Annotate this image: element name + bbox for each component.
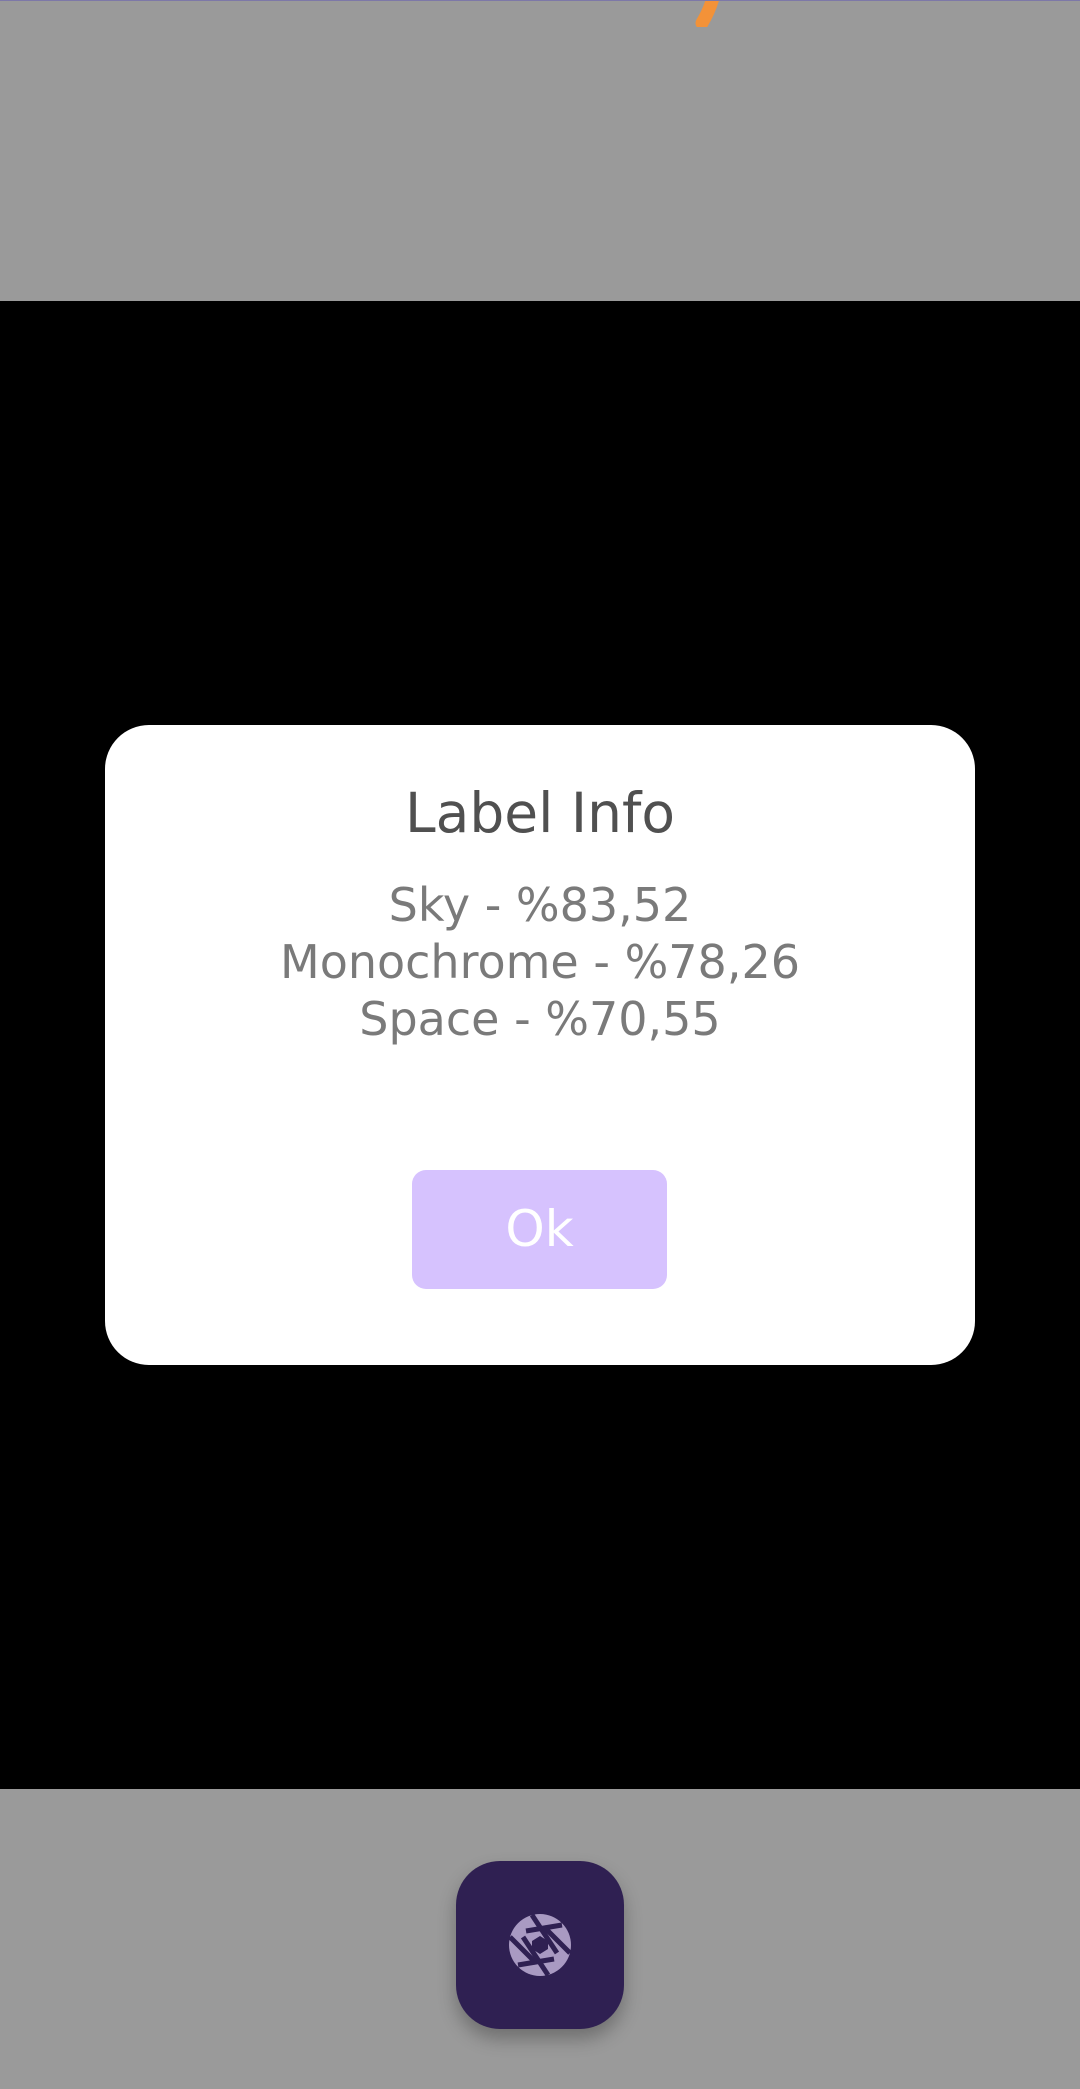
top-bar: [0, 0, 1080, 301]
camera-shutter-icon: [508, 1913, 572, 1977]
capture-button[interactable]: [456, 1861, 624, 2029]
label-item: Monochrome - %78,26: [280, 935, 800, 989]
dialog-title: Label Info: [405, 781, 675, 845]
label-list: Sky - %83,52 Monochrome - %78,26 Space -…: [105, 877, 975, 1048]
ok-button[interactable]: Ok: [412, 1170, 667, 1289]
camera-screen: Label Info Sky - %83,52 Monochrome - %78…: [0, 0, 1080, 2089]
orange-stroke-graphic: [695, 1, 719, 27]
label-info-dialog: Label Info Sky - %83,52 Monochrome - %78…: [105, 725, 975, 1365]
label-item: Space - %70,55: [359, 992, 721, 1046]
label-item: Sky - %83,52: [388, 878, 692, 932]
